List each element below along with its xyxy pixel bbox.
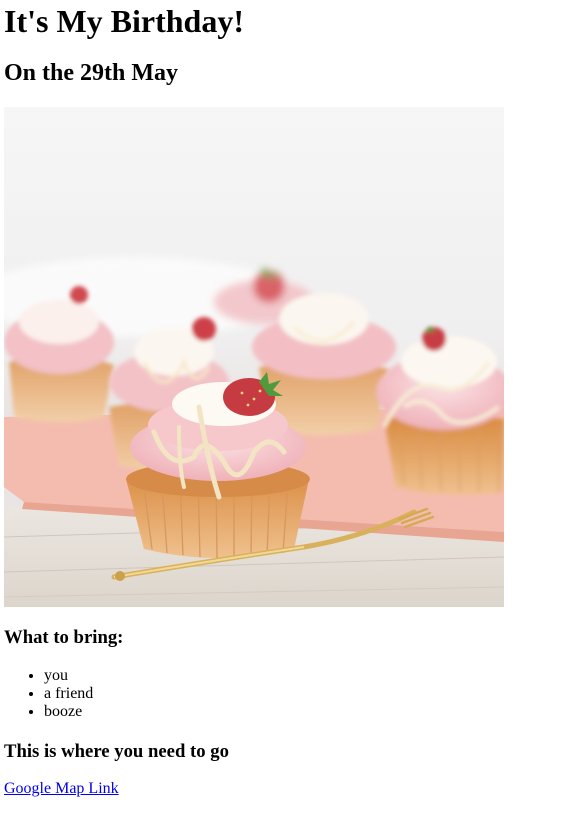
list-item: a friend <box>44 685 93 703</box>
page-title: It's My Birthday! <box>4 3 244 39</box>
bring-heading: What to bring: <box>4 627 124 648</box>
location-heading: This is where you need to go <box>4 741 229 762</box>
cupcake-image <box>4 107 504 607</box>
list-item: you <box>44 667 93 685</box>
google-map-link[interactable]: Google Map Link <box>4 780 119 798</box>
bring-list: you a friend booze <box>4 667 93 721</box>
date-heading: On the 29th May <box>4 60 178 86</box>
list-item: booze <box>44 703 93 721</box>
